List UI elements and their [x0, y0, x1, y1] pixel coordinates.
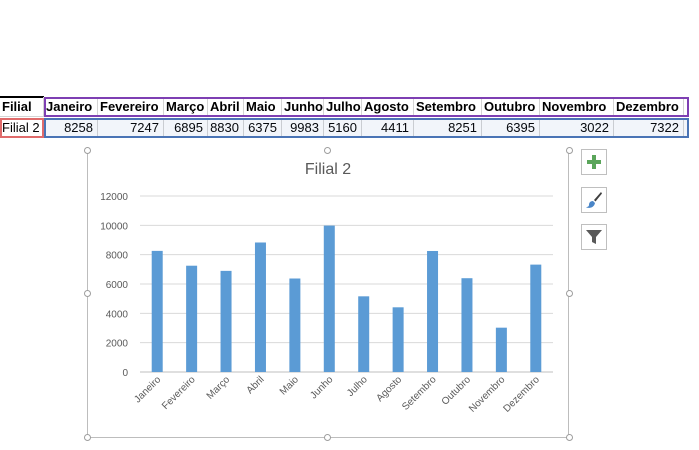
x-tick-label: Maio [278, 374, 301, 397]
data-cell-value[interactable]: 8830 [208, 118, 244, 138]
paintbrush-icon [586, 192, 602, 208]
plus-icon [587, 155, 601, 169]
chart-area[interactable]: Filial 2 0 2000 4000 6000 8000 10000 12000 Jane… [87, 150, 569, 438]
header-cell-month[interactable]: Outubro [482, 97, 540, 117]
x-tick-label: Novembro [467, 374, 508, 415]
x-tick-label: Julho [345, 374, 370, 399]
y-tick-label: 8000 [106, 251, 129, 262]
resize-handle-mid-left[interactable] [84, 290, 91, 297]
data-cell-value[interactable]: 8258 [44, 118, 98, 138]
resize-handle-top-right[interactable] [566, 147, 573, 154]
data-cell-value[interactable]: 6895 [164, 118, 208, 138]
x-tick-label: Setembro [400, 374, 439, 413]
x-tick-label: Janeiro [132, 374, 163, 405]
data-cell-value[interactable]: 4411 [362, 118, 414, 138]
header-cell-filial[interactable]: Filial [0, 97, 44, 117]
header-cell-month[interactable]: Dezembro [614, 97, 684, 117]
x-tick-label: Outubro [440, 374, 474, 408]
y-tick-label: 0 [122, 368, 128, 379]
bar[interactable] [427, 250, 439, 372]
data-cell-value[interactable]: 9983 [282, 118, 324, 138]
chart-styles-button[interactable] [581, 187, 607, 213]
data-cell-value[interactable]: 7247 [98, 118, 164, 138]
header-cell-month[interactable]: Julho [324, 97, 362, 117]
sheet-data-row: Filial 2 8258 7247 6895 8830 6375 9983 5160 4411… [0, 118, 684, 138]
header-cell-month[interactable]: Fevereiro [98, 97, 164, 117]
data-cell-value[interactable]: 5160 [324, 118, 362, 138]
y-tick-label: 2000 [106, 339, 129, 350]
resize-handle-top-left[interactable] [84, 147, 91, 154]
bar[interactable] [461, 278, 473, 372]
bar[interactable] [289, 278, 301, 373]
resize-handle-top-mid[interactable] [324, 147, 331, 154]
header-cell-month[interactable]: Agosto [362, 97, 414, 117]
x-tick-label: Dezembro [502, 374, 543, 415]
data-cell-branch[interactable]: Filial 2 [0, 118, 44, 138]
x-tick-label: Março [205, 374, 233, 402]
resize-handle-bottom-left[interactable] [84, 434, 91, 441]
filter-icon [586, 230, 602, 244]
y-tick-label: 10000 [100, 221, 128, 232]
chart-plot[interactable]: 0 2000 4000 6000 8000 10000 12000 JaneiroFevere… [88, 150, 570, 438]
bar[interactable] [323, 225, 335, 372]
data-cell-value[interactable]: 6395 [482, 118, 540, 138]
x-tick-label: Agosto [374, 374, 404, 404]
bar[interactable] [358, 296, 370, 372]
chart-elements-button[interactable] [581, 149, 607, 175]
data-cell-value[interactable]: 7322 [614, 118, 684, 138]
header-cell-month[interactable]: Janeiro [44, 97, 98, 117]
x-tick-label: Junho [308, 374, 335, 401]
bar[interactable] [220, 270, 232, 372]
y-tick-label: 12000 [100, 192, 128, 203]
bar[interactable] [254, 242, 266, 372]
resize-handle-mid-right[interactable] [566, 290, 573, 297]
y-tick-label: 4000 [106, 309, 129, 320]
chart-filters-button[interactable] [581, 224, 607, 250]
x-tick-label: Abril [245, 374, 267, 396]
bar[interactable] [530, 264, 542, 372]
sheet-header-row: Filial Janeiro Fevereiro Março Abril Maio Junh… [0, 97, 684, 117]
y-tick-label: 6000 [106, 280, 129, 291]
header-cell-month[interactable]: Abril [208, 97, 244, 117]
header-cell-month[interactable]: Junho [282, 97, 324, 117]
data-cell-value[interactable]: 3022 [540, 118, 614, 138]
bar[interactable] [186, 265, 198, 372]
header-cell-month[interactable]: Maio [244, 97, 282, 117]
header-cell-month[interactable]: Novembro [540, 97, 614, 117]
resize-handle-bottom-right[interactable] [566, 434, 573, 441]
resize-handle-bottom-mid[interactable] [324, 434, 331, 441]
bar[interactable] [151, 250, 163, 372]
data-cell-value[interactable]: 8251 [414, 118, 482, 138]
header-cell-month[interactable]: Março [164, 97, 208, 117]
data-cell-value[interactable]: 6375 [244, 118, 282, 138]
header-cell-month[interactable]: Setembro [414, 97, 482, 117]
bar[interactable] [392, 307, 404, 372]
bar[interactable] [495, 327, 507, 372]
x-tick-label: Fevereiro [160, 374, 198, 412]
